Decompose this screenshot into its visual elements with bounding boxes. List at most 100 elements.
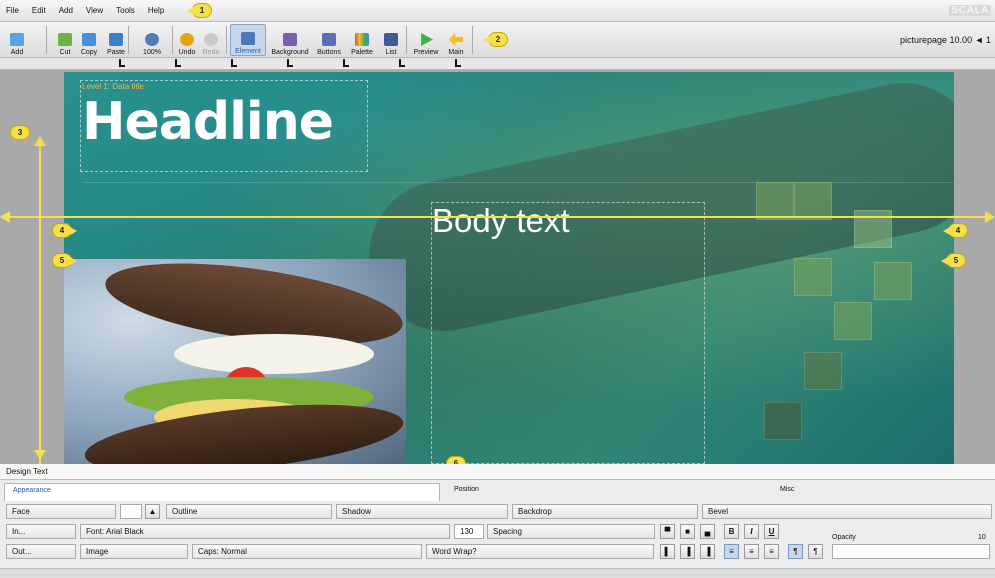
preview-button[interactable]: Preview xyxy=(410,24,442,56)
italic-button[interactable]: I xyxy=(744,524,759,539)
mosaic-tile xyxy=(794,182,832,220)
tab-misc[interactable]: Misc xyxy=(772,483,992,501)
image-dropdown[interactable]: Image xyxy=(80,544,188,559)
opacity-slider[interactable] xyxy=(832,544,990,559)
align-top-icon[interactable]: ▀ xyxy=(660,524,675,539)
menu-file[interactable]: File xyxy=(6,6,19,15)
redo-button[interactable]: Redo xyxy=(200,24,222,56)
rtl-direction-icon[interactable]: ¶ xyxy=(808,544,823,559)
body-text-frame[interactable] xyxy=(431,202,705,464)
background-button[interactable]: Background xyxy=(268,24,312,56)
palette-label: Palette xyxy=(351,49,373,56)
align-right-icon[interactable]: ≡ xyxy=(764,544,779,559)
out-transition-button[interactable]: Out... xyxy=(6,544,76,559)
app-window: File Edit Add View Tools Help 1 SCALA Ad… xyxy=(0,0,995,578)
panel-title: Design Text xyxy=(0,464,995,480)
tab-stop-marker[interactable] xyxy=(343,59,349,67)
align-left-icon[interactable]: ≡ xyxy=(724,544,739,559)
outline-button[interactable]: Outline xyxy=(166,504,332,519)
list-button[interactable]: List xyxy=(380,24,402,56)
face-color-swatch[interactable] xyxy=(120,504,142,519)
face-dropdown-arrow[interactable]: ▲ xyxy=(145,504,160,519)
bold-button[interactable]: B xyxy=(724,524,739,539)
align-center-icon[interactable]: ≡ xyxy=(744,544,759,559)
align-middle-icon[interactable]: ■ xyxy=(680,524,695,539)
palette-button[interactable]: Palette xyxy=(348,24,376,56)
caps-dropdown[interactable]: Caps: Normal xyxy=(192,544,422,559)
backdrop-button[interactable]: Backdrop xyxy=(512,504,698,519)
callout-2: 2 xyxy=(483,32,508,47)
egg-slice xyxy=(174,334,374,374)
undo-button[interactable]: Undo xyxy=(176,24,198,56)
justify-left-icon[interactable]: ▌ xyxy=(660,544,675,559)
paste-icon xyxy=(109,33,123,46)
copy-button[interactable]: Copy xyxy=(78,24,100,56)
toolbar-divider xyxy=(226,26,227,54)
paste-button[interactable]: Paste xyxy=(104,24,128,56)
redo-label: Redo xyxy=(202,49,220,56)
justify-center-icon[interactable]: ▐ xyxy=(680,544,695,559)
element-button[interactable]: Element xyxy=(230,24,266,56)
underline-button[interactable]: U xyxy=(764,524,779,539)
toolbar-divider xyxy=(472,26,473,54)
cut-button[interactable]: Cut xyxy=(54,24,76,56)
callout-3: 3 xyxy=(10,125,30,140)
list-icon xyxy=(384,33,398,46)
font-selector[interactable]: Font: Arial Black xyxy=(80,524,450,539)
magnifier-icon xyxy=(145,33,159,46)
align-bottom-icon[interactable]: ▄ xyxy=(700,524,715,539)
tab-appearance[interactable]: Appearance xyxy=(4,483,440,501)
undo-icon xyxy=(180,33,194,46)
zoom-dropdown[interactable]: 100% xyxy=(134,24,170,56)
face-button[interactable]: Face xyxy=(6,504,116,519)
status-bar xyxy=(0,568,995,578)
font-size-field[interactable]: 130 xyxy=(454,524,484,539)
play-icon xyxy=(421,33,433,46)
menu-add[interactable]: Add xyxy=(59,6,73,15)
menu-view[interactable]: View xyxy=(86,6,103,15)
tab-stop-marker[interactable] xyxy=(175,59,181,67)
horizontal-guide-arrow xyxy=(6,216,989,218)
add-button[interactable]: Add xyxy=(4,24,30,56)
tab-position[interactable]: Position xyxy=(446,483,766,501)
toolbar: Add Cut Copy Paste 100% Undo Redo Elemen… xyxy=(0,22,995,58)
word-wrap-dropdown[interactable]: Word Wrap? xyxy=(426,544,654,559)
background-label: Background xyxy=(271,49,309,56)
ltr-direction-icon[interactable]: ¶ xyxy=(788,544,803,559)
element-icon xyxy=(241,32,255,45)
copy-icon xyxy=(82,33,96,46)
add-icon xyxy=(10,33,24,46)
spacing-dropdown[interactable]: Spacing xyxy=(487,524,655,539)
bevel-button[interactable]: Bevel xyxy=(702,504,992,519)
justify-right-icon[interactable]: ▐ xyxy=(700,544,715,559)
tab-stop-marker[interactable] xyxy=(399,59,405,67)
tab-stop-marker[interactable] xyxy=(119,59,125,67)
main-button[interactable]: Main xyxy=(444,24,468,56)
paste-label: Paste xyxy=(107,49,125,56)
page-canvas[interactable]: Level 1: Data title Headline Body text xyxy=(64,72,954,464)
tab-stop-marker[interactable] xyxy=(287,59,293,67)
callout-4-right: 4 xyxy=(943,223,968,238)
toolbar-divider xyxy=(46,26,47,54)
opacity-label: Opacity xyxy=(832,534,856,541)
menu-edit[interactable]: Edit xyxy=(32,6,46,15)
headline-text[interactable]: Headline xyxy=(82,92,334,152)
vertical-guide-arrow xyxy=(39,146,41,464)
callout-5-right: 5 xyxy=(941,253,966,268)
tab-stop-marker[interactable] xyxy=(455,59,461,67)
tab-ruler[interactable] xyxy=(0,58,995,70)
menu-help[interactable]: Help xyxy=(148,6,164,15)
menu-tools[interactable]: Tools xyxy=(116,6,135,15)
main-label: Main xyxy=(448,49,464,56)
toolbar-divider xyxy=(172,26,173,54)
shadow-button[interactable]: Shadow xyxy=(336,504,508,519)
arrowhead-left-icon xyxy=(0,211,10,223)
in-transition-button[interactable]: In... xyxy=(6,524,76,539)
body-text[interactable]: Body text xyxy=(432,202,570,240)
undo-label: Undo xyxy=(178,49,196,56)
callout-1: 1 xyxy=(187,3,212,18)
design-text-panel: Design Text Appearance Position Misc Fac… xyxy=(0,464,995,578)
sandwich-photo[interactable] xyxy=(64,259,406,464)
buttons-button[interactable]: Buttons xyxy=(314,24,344,56)
tab-stop-marker[interactable] xyxy=(231,59,237,67)
